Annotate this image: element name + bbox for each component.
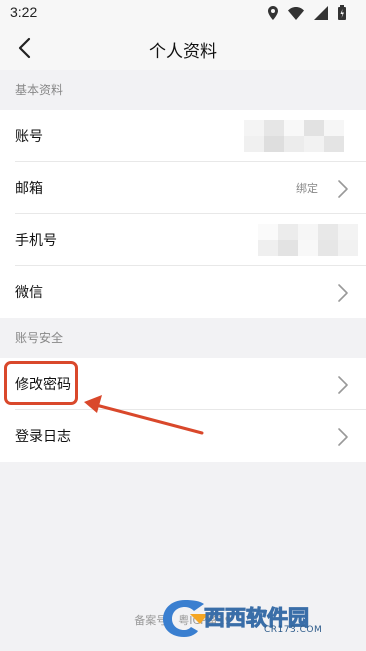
chevron-right-icon bbox=[338, 180, 348, 198]
row-label-email: 邮箱 bbox=[15, 181, 43, 197]
row-label-login-log: 登录日志 bbox=[15, 429, 71, 445]
chevron-right-icon bbox=[338, 428, 348, 446]
battery-icon bbox=[338, 5, 346, 24]
row-label-account: 账号 bbox=[15, 129, 43, 145]
section-header-basic: 基本资料 bbox=[0, 70, 366, 110]
row-email[interactable]: 邮箱 绑定 bbox=[0, 162, 366, 214]
email-bind-status: 绑定 bbox=[296, 182, 318, 195]
row-account: 账号 bbox=[0, 110, 366, 162]
blurred-account-value bbox=[244, 120, 344, 152]
chevron-right-icon bbox=[338, 284, 348, 302]
status-icons bbox=[268, 5, 346, 24]
nav-bar: 个人资料 bbox=[0, 26, 366, 70]
watermark-domain: CR173.COM bbox=[264, 625, 323, 635]
row-label-wechat: 微信 bbox=[15, 285, 43, 301]
section-header-security: 账号安全 bbox=[0, 318, 366, 358]
status-time: 3:22 bbox=[10, 4, 38, 20]
row-label-phone: 手机号 bbox=[15, 233, 57, 249]
status-bar: 3:22 bbox=[0, 0, 366, 26]
row-phone: 手机号 bbox=[0, 214, 366, 266]
row-wechat[interactable]: 微信 bbox=[0, 266, 366, 318]
watermark-logo: 西西软件园 CR173.COM bbox=[160, 596, 350, 642]
annotation-arrow-icon bbox=[84, 395, 204, 435]
wifi-icon bbox=[288, 5, 304, 24]
annotation-highlight-box bbox=[4, 361, 78, 405]
chevron-right-icon bbox=[338, 376, 348, 394]
location-icon bbox=[268, 5, 278, 24]
blurred-phone-value bbox=[258, 224, 358, 256]
watermark-mark-icon bbox=[163, 600, 208, 637]
signal-icon bbox=[314, 5, 328, 24]
page-title: 个人资料 bbox=[149, 42, 217, 62]
